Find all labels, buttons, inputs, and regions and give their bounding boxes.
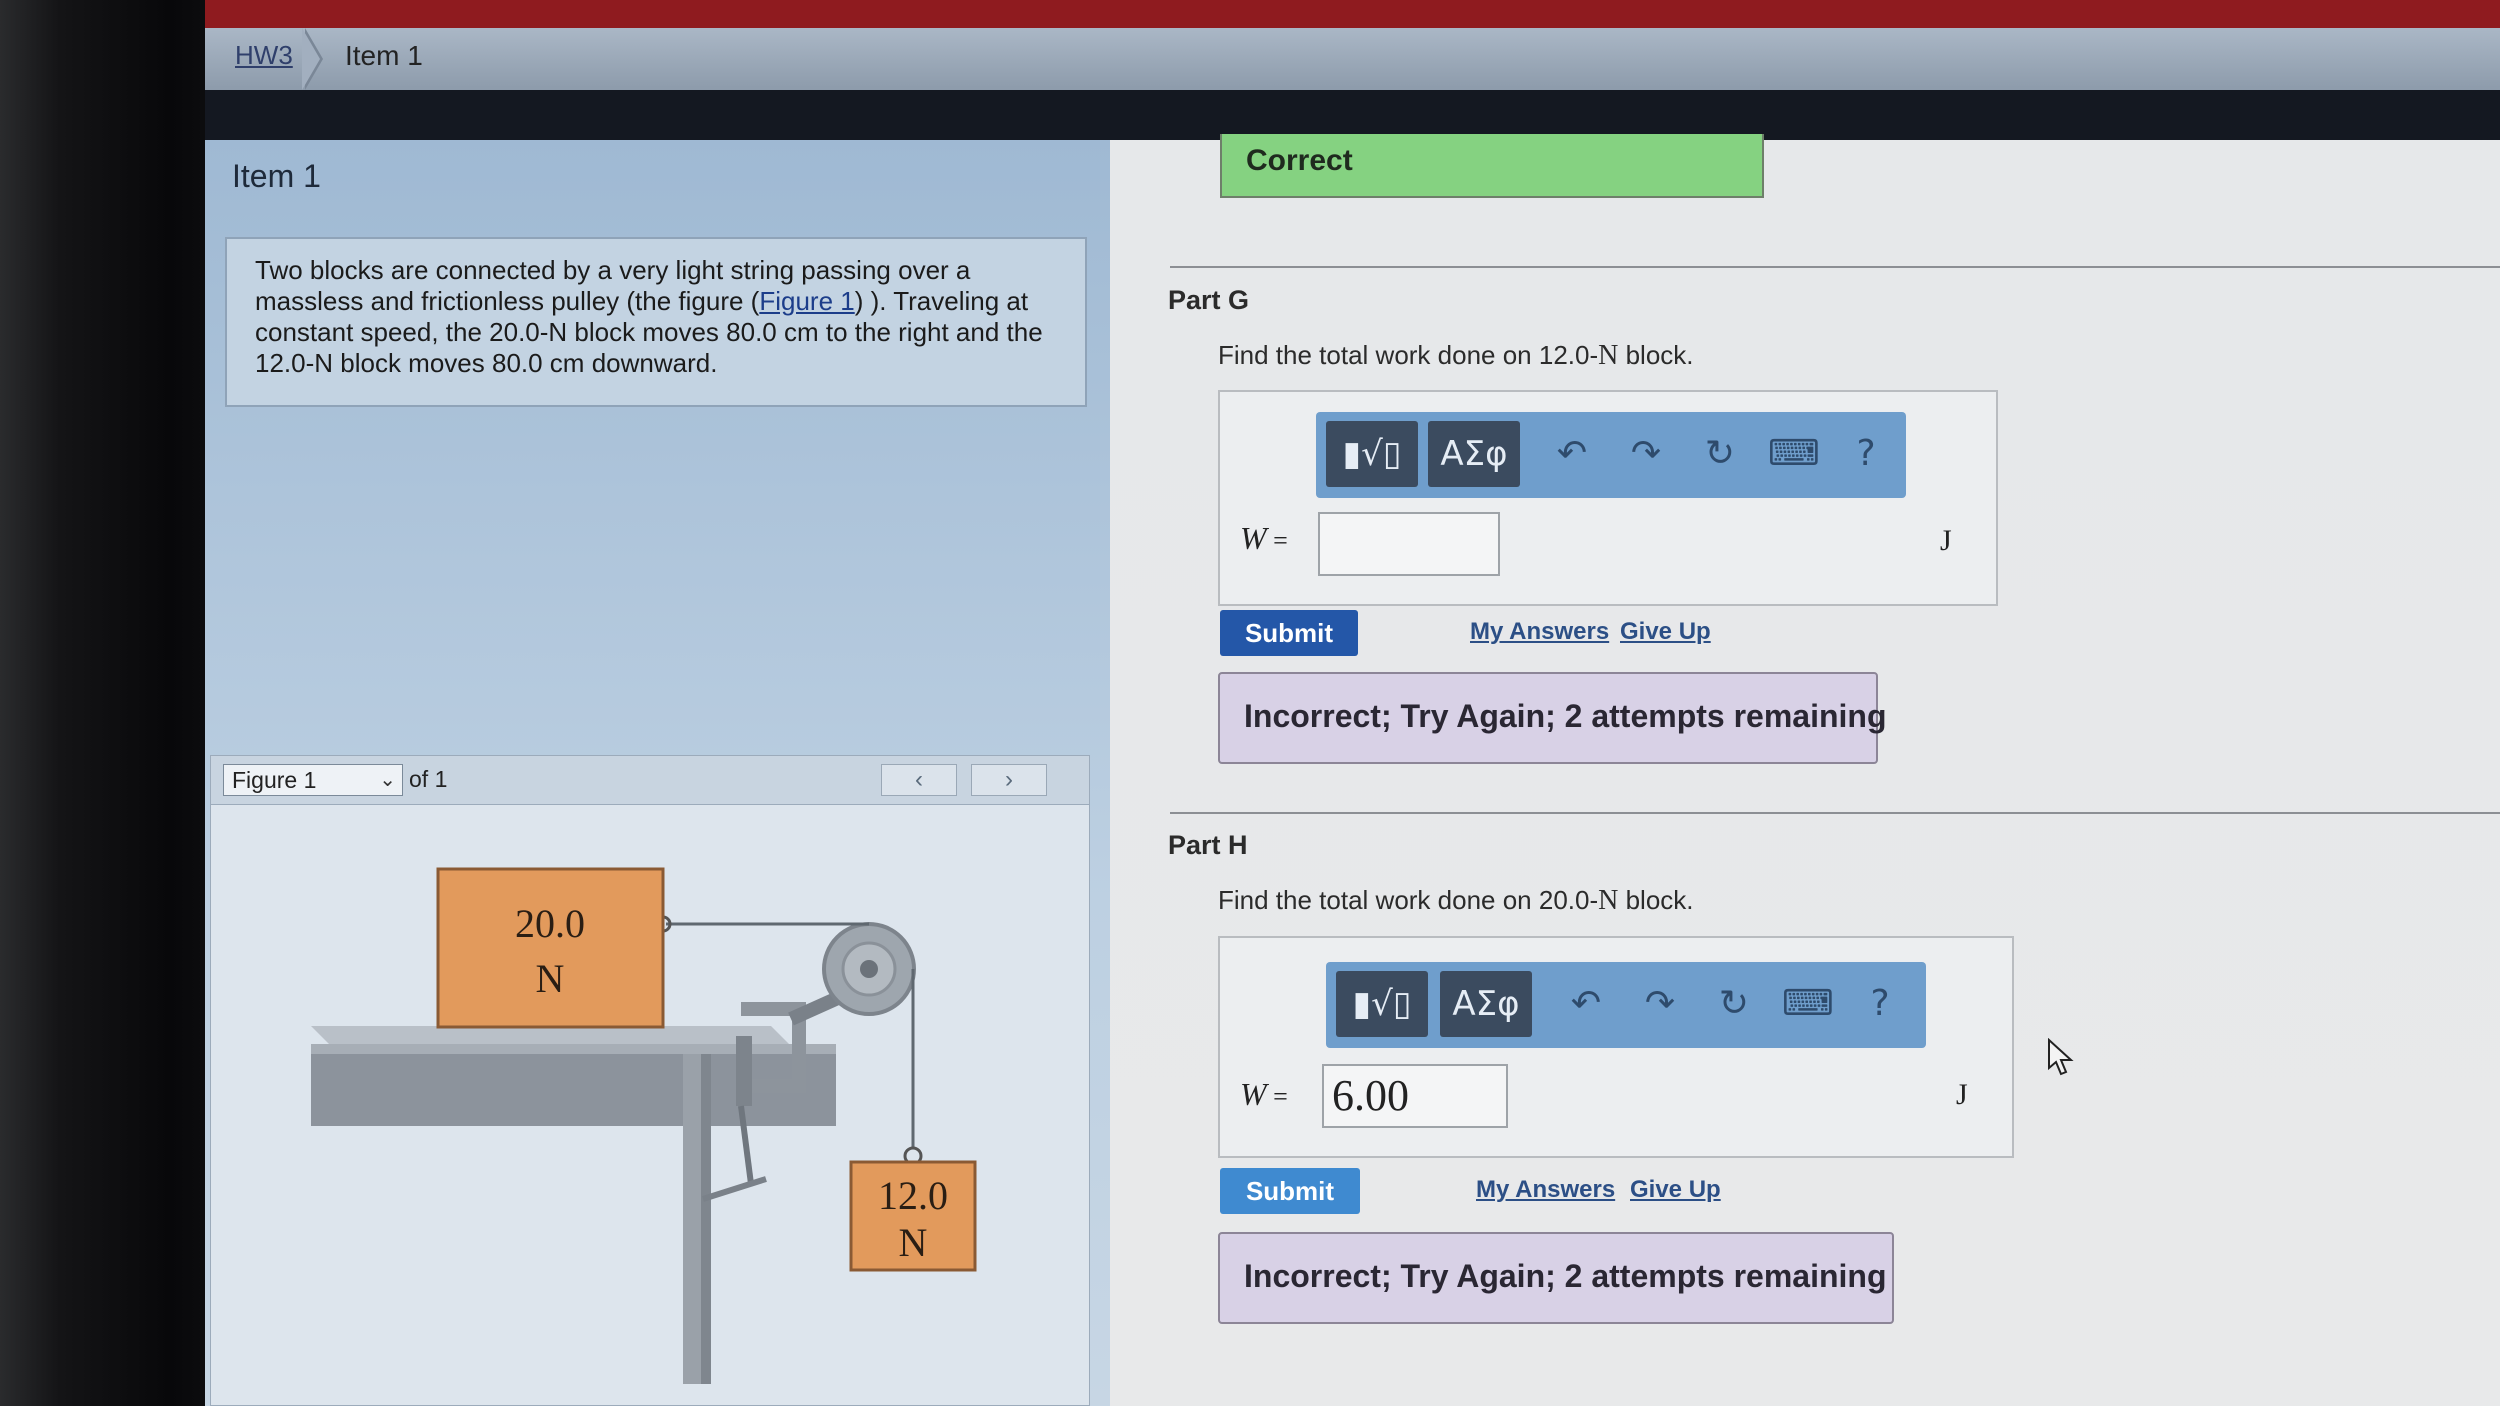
part-h-answer-input[interactable]: 6.00 <box>1322 1064 1508 1128</box>
part-g-feedback: Incorrect; Try Again; 2 attempts remaini… <box>1218 672 1887 764</box>
keyboard-icon[interactable]: ⌨ <box>1780 974 1836 1034</box>
part-h-answer-box: ▮√▯ ΑΣφ ↶ ↷ ↻ ⌨ ? W = 6.00 J <box>1218 936 2014 1158</box>
part-g-question: Find the total work done on 12.0-N block… <box>1218 340 1694 372</box>
mouse-cursor-icon <box>2048 1038 2074 1076</box>
templates-button[interactable]: ▮√▯ <box>1336 971 1428 1037</box>
part-g-heading: Part G <box>1168 285 1250 315</box>
symbols-icon: ΑΣφ <box>1440 434 1508 474</box>
browser-screen: HW3 Item 1 Item 1 Two blocks are connect… <box>205 0 2500 1406</box>
help-icon[interactable]: ? <box>1852 974 1908 1034</box>
figure-prev-button[interactable]: ‹ <box>881 764 957 796</box>
figure-toolbar: Figure 1 ⌄ of 1 ‹ › <box>211 756 1089 805</box>
symbols-icon: ΑΣφ <box>1452 984 1520 1024</box>
part-h-give-up-link[interactable]: Give Up <box>1630 1176 1721 1204</box>
nav-band <box>205 90 2500 140</box>
problem-statement-box: Two blocks are connected by a very light… <box>225 237 1087 407</box>
part-g-unit: J <box>1940 524 1952 557</box>
part-g-give-up-link[interactable]: Give Up <box>1620 618 1711 646</box>
reset-icon[interactable]: ↻ <box>1692 424 1748 484</box>
part-g-my-answers-link[interactable]: My Answers <box>1470 618 1609 646</box>
pulley-figure: 20.0 N 12.0 N <box>311 867 977 1384</box>
figure-count: of 1 <box>409 766 448 792</box>
correct-banner: Correct <box>1220 134 1764 198</box>
block-20n-value: 20.0 <box>515 901 585 946</box>
part-g-math-toolbar: ▮√▯ ΑΣφ ↶ ↷ ↻ ⌨ ? <box>1316 412 1906 498</box>
divider <box>1170 812 2500 814</box>
part-h-variable-label: W = <box>1240 1076 1288 1113</box>
figure-select[interactable]: Figure 1 ⌄ <box>223 764 403 796</box>
chevron-down-icon: ⌄ <box>379 769 396 791</box>
part-h-question-unit: N <box>1598 885 1619 916</box>
part-h-feedback-text: Incorrect; Try Again; 2 attempts remaini… <box>1244 1258 1887 1294</box>
part-h-feedback: Incorrect; Try Again; 2 attempts remaini… <box>1218 1232 1894 1324</box>
item-panel: Item 1 Two blocks are connected by a ver… <box>205 140 1110 1406</box>
breadcrumb-current: Item 1 <box>345 40 423 71</box>
redo-icon[interactable]: ↷ <box>1632 974 1688 1034</box>
part-h-heading: Part H <box>1168 830 1248 860</box>
part-h-question-pre: Find the total work done on 20.0- <box>1218 885 1599 915</box>
breadcrumb-separator <box>302 28 323 90</box>
breadcrumb: HW3 Item 1 <box>205 28 2500 90</box>
divider <box>1170 266 2500 268</box>
answer-panel: Correct Part G Find the total work done … <box>1110 134 2500 1406</box>
redo-icon[interactable]: ↷ <box>1618 424 1674 484</box>
part-g-answer-input[interactable] <box>1318 512 1500 576</box>
part-h-variable: W <box>1240 1076 1267 1112</box>
part-g-variable: W <box>1240 520 1267 556</box>
figure-panel: Figure 1 ⌄ of 1 ‹ › 20.0 N 12.0 N <box>210 755 1090 1406</box>
problem-text: Two blocks are connected by a very light… <box>255 255 1055 379</box>
symbols-button[interactable]: ΑΣφ <box>1428 421 1520 487</box>
symbols-button[interactable]: ΑΣφ <box>1440 971 1532 1037</box>
part-g-question-unit: N <box>1598 340 1619 371</box>
block-20n <box>436 867 665 1029</box>
part-g-feedback-text: Incorrect; Try Again; 2 attempts remaini… <box>1244 698 1887 734</box>
figure-next-button[interactable]: › <box>971 764 1047 796</box>
part-h-my-answers-link[interactable]: My Answers <box>1476 1176 1615 1204</box>
part-h-question: Find the total work done on 20.0-N block… <box>1218 885 1694 917</box>
part-g-answer-box: ▮√▯ ΑΣφ ↶ ↷ ↻ ⌨ ? W = J <box>1218 390 1998 606</box>
part-g-submit-button[interactable]: Submit <box>1220 610 1358 656</box>
figure-1-link[interactable]: Figure 1 <box>759 286 854 316</box>
part-h-equals: = <box>1266 1082 1288 1111</box>
part-h-submit-button[interactable]: Submit <box>1220 1168 1360 1214</box>
part-h-math-toolbar: ▮√▯ ΑΣφ ↶ ↷ ↻ ⌨ ? <box>1326 962 1926 1048</box>
reset-icon[interactable]: ↻ <box>1706 974 1762 1034</box>
pulley <box>788 922 916 1026</box>
monitor-bezel <box>0 0 205 1406</box>
top-red-bar <box>205 0 2500 28</box>
part-g-question-pre: Find the total work done on 12.0- <box>1218 340 1599 370</box>
templates-button[interactable]: ▮√▯ <box>1326 421 1418 487</box>
help-icon[interactable]: ? <box>1838 424 1894 484</box>
item-title: Item 1 <box>232 158 321 194</box>
part-g-question-post: block. <box>1618 340 1694 370</box>
part-g-variable-label: W = <box>1240 520 1288 557</box>
undo-icon[interactable]: ↶ <box>1558 974 1614 1034</box>
templates-icon: ▮√▯ <box>1342 434 1402 474</box>
block-12n-value: 12.0 <box>878 1173 948 1218</box>
chevron-right-icon: › <box>1005 766 1013 793</box>
keyboard-icon[interactable]: ⌨ <box>1766 424 1822 484</box>
part-h-unit: J <box>1956 1078 1968 1111</box>
undo-icon[interactable]: ↶ <box>1544 424 1600 484</box>
chevron-left-icon: ‹ <box>915 766 923 793</box>
breadcrumb-hw3-link[interactable]: HW3 <box>235 40 293 71</box>
block-20n-unit: N <box>536 956 565 1001</box>
block-12n-unit: N <box>899 1220 928 1265</box>
figure-select-value: Figure 1 <box>232 767 317 793</box>
part-h-question-post: block. <box>1618 885 1694 915</box>
templates-icon: ▮√▯ <box>1352 984 1412 1024</box>
correct-text: Correct <box>1246 144 1353 177</box>
part-g-equals: = <box>1266 526 1288 555</box>
